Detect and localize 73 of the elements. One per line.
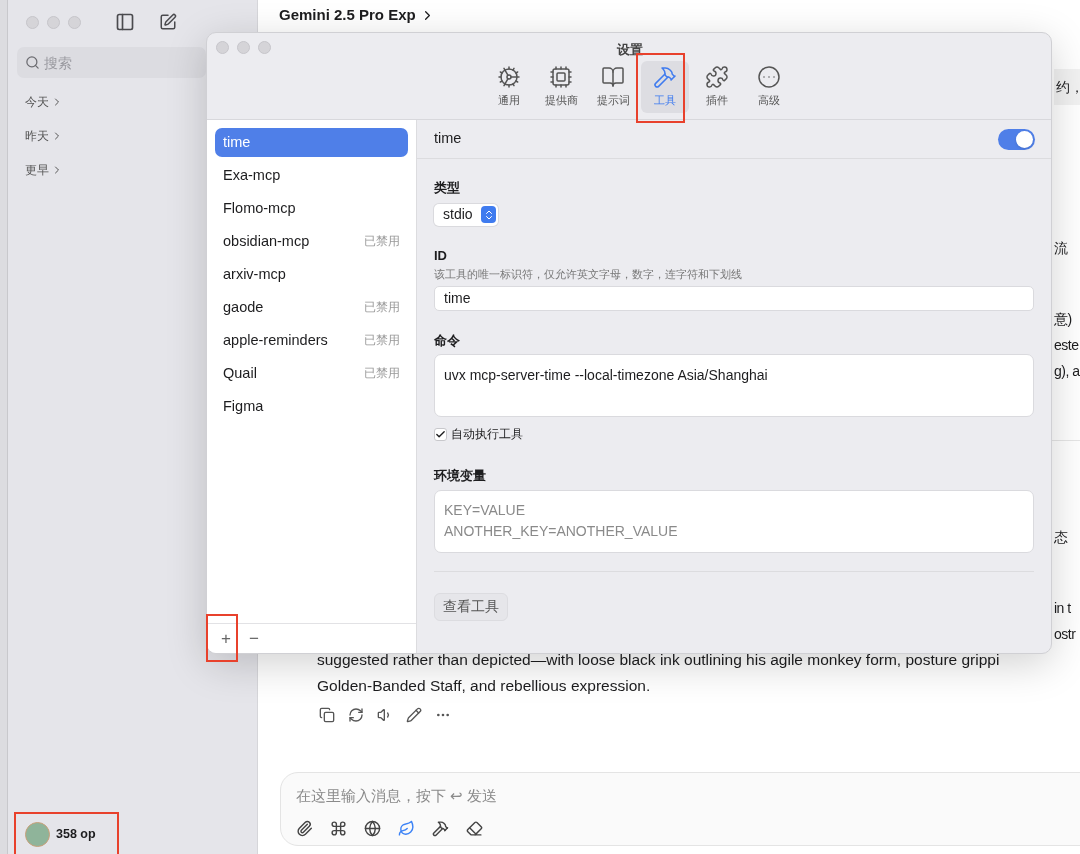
message-text: suggested rather than depicted—with loose black ink outlining his agile monkey form, posture grippi: [317, 650, 1000, 670]
remove-button[interactable]: −: [247, 625, 261, 652]
enable-toggle[interactable]: [998, 128, 1035, 150]
model-selector[interactable]: Gemini 2.5 Pro Exp: [279, 4, 1080, 27]
command-icon[interactable]: [330, 820, 347, 837]
settings-tab[interactable]: 通用: [485, 61, 533, 113]
tool-list-item[interactable]: Figma: [215, 392, 408, 421]
tool-list-item[interactable]: obsidian-mcp 已禁用: [215, 227, 408, 256]
disabled-label: 已禁用: [364, 365, 400, 381]
tool-list-item[interactable]: Quail 已禁用: [215, 359, 408, 388]
message-text: g), a: [1054, 363, 1080, 379]
message-text: ostr: [1054, 626, 1076, 642]
message-text: Golden-Banded Staff, and rebellious expression.: [317, 676, 652, 696]
id-field[interactable]: time: [434, 285, 1034, 311]
command-field[interactable]: uvx mcp-server-time --local-timezone Asia/Shanghai: [434, 354, 1034, 418]
chip-icon: [549, 65, 573, 89]
sidebar-toggle-icon[interactable]: [115, 12, 135, 32]
refresh-icon[interactable]: [348, 707, 364, 723]
tool-list-item[interactable]: gaode 已禁用: [215, 293, 408, 322]
eraser-icon[interactable]: [466, 820, 483, 837]
user-profile[interactable]: 358 op: [17, 820, 248, 848]
search-field[interactable]: 搜索: [17, 47, 206, 78]
message-text: 流: [1054, 240, 1068, 256]
paperclip-icon[interactable]: [296, 820, 313, 837]
tool-list-item[interactable]: Flomo-mcp: [215, 194, 408, 223]
message-text: este: [1054, 337, 1079, 353]
field-label: 类型: [434, 179, 461, 197]
message-field[interactable]: 在这里输入消息，按下 ↩ 发送: [296, 785, 996, 808]
history-group[interactable]: 昨天: [25, 126, 63, 146]
copy-icon[interactable]: [319, 707, 335, 723]
disabled-label: 已禁用: [364, 233, 400, 249]
settings-tab[interactable]: 提供商: [537, 61, 585, 113]
tool-list-item[interactable]: time: [215, 128, 408, 157]
type-select[interactable]: stdio: [434, 203, 498, 226]
field-hint: 该工具的唯一标识符，仅允许英文字母，数字，连字符和下划线: [434, 267, 743, 282]
leaf-icon[interactable]: [398, 820, 415, 837]
tool-list-item[interactable]: apple-reminders 已禁用: [215, 326, 408, 355]
auto-run-checkbox[interactable]: [434, 428, 447, 442]
settings-tab[interactable]: 提示词: [589, 61, 637, 113]
disabled-label: 已禁用: [364, 332, 400, 348]
gear-icon: [497, 65, 521, 89]
tool-name: time: [434, 129, 462, 149]
message-bubble-text: 约，: [1054, 69, 1080, 105]
globe-icon[interactable]: [364, 820, 381, 837]
history-group[interactable]: 更早: [25, 160, 63, 180]
book-icon: [601, 65, 625, 89]
avatar: [25, 821, 50, 847]
message-input-box[interactable]: 在这里输入消息，按下 ↩ 发送: [280, 772, 1080, 846]
hammer-icon: [653, 65, 677, 89]
history-group[interactable]: 今天: [25, 92, 63, 112]
pencil-icon[interactable]: [406, 707, 422, 723]
field-label: ID: [434, 246, 448, 265]
view-tools-button[interactable]: 查看工具: [434, 593, 508, 621]
message-text: 态: [1054, 529, 1068, 545]
new-chat-icon[interactable]: [159, 13, 177, 31]
field-label: 命令: [434, 331, 461, 350]
message-text: in t: [1054, 600, 1071, 616]
disabled-label: 已禁用: [364, 299, 400, 315]
field-label: 环境变量: [434, 466, 487, 485]
tool-list-item[interactable]: Exa-mcp: [215, 161, 408, 190]
add-button[interactable]: +: [219, 625, 233, 652]
puzzle-icon: [705, 65, 729, 89]
highlight-frame: [206, 614, 238, 662]
select-arrows-icon: [481, 206, 496, 223]
ellipsis-circle-icon: [757, 65, 781, 89]
tool-list-item[interactable]: arxiv-mcp: [215, 260, 408, 289]
search-icon: [25, 55, 40, 70]
hammer-icon[interactable]: [432, 820, 449, 837]
env-field[interactable]: KEY=VALUE ANOTHER_KEY=ANOTHER_VALUE: [434, 490, 1034, 553]
message-text: 意): [1054, 311, 1072, 327]
settings-tab[interactable]: 插件: [693, 61, 741, 113]
settings-tab[interactable]: 高级: [745, 61, 793, 113]
checkbox-label[interactable]: 自动执行工具: [451, 426, 523, 444]
